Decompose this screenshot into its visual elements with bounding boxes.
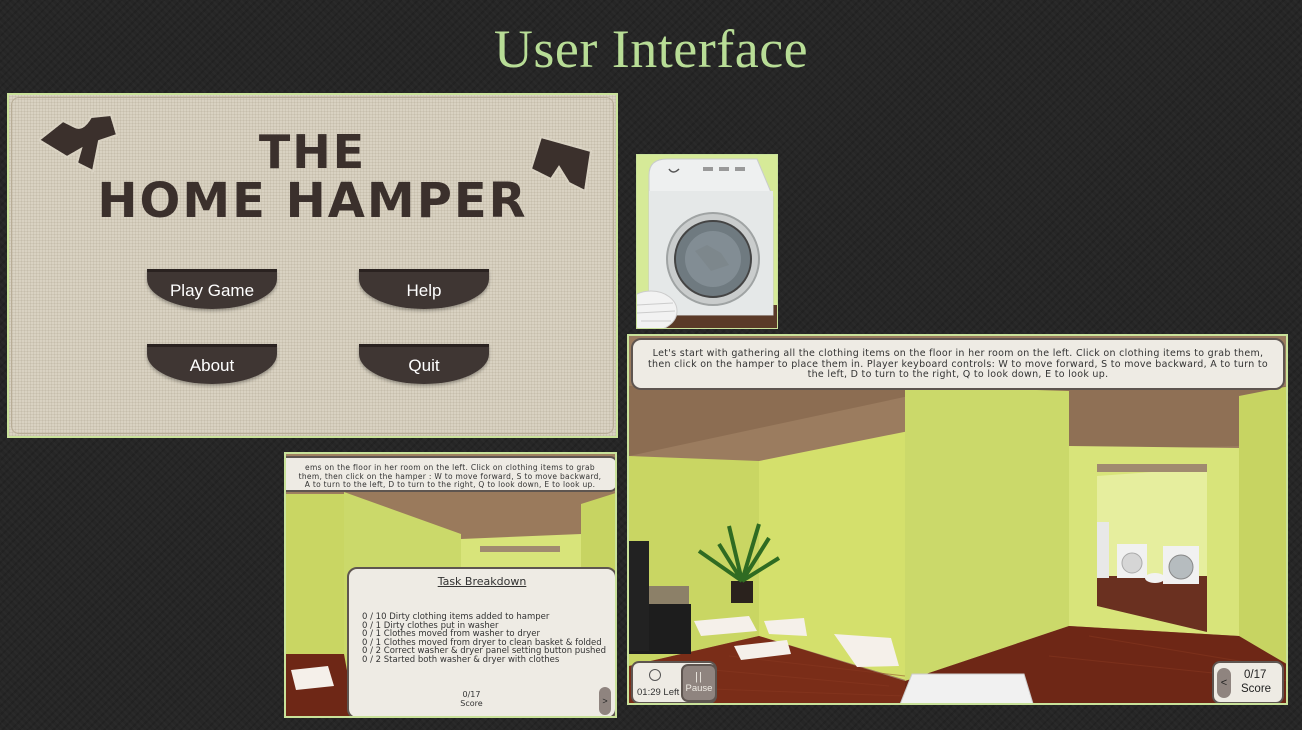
task-breakdown-panel: Task Breakdown 0 / 10 Dirty clothing ite… bbox=[347, 567, 615, 716]
task-breakdown-heading: Task Breakdown bbox=[437, 575, 527, 588]
slide-title: User Interface bbox=[493, 19, 809, 79]
task-score-count: 0/17 bbox=[462, 690, 481, 699]
instructions-banner-cropped: ems on the floor in her room on the left… bbox=[286, 456, 615, 492]
expand-tasks-button[interactable]: < bbox=[1217, 668, 1231, 698]
collapse-tasks-button[interactable]: > bbox=[599, 687, 611, 715]
washer-machine-image[interactable] bbox=[637, 155, 778, 329]
gameplay-room-screenshot: Let's start with gathering all the cloth… bbox=[627, 334, 1288, 705]
score-panel: < 0/17 Score bbox=[1212, 661, 1284, 703]
task-score: 0/17 Score bbox=[349, 690, 594, 708]
game-title-line1: THE bbox=[258, 125, 367, 179]
pause-button[interactable]: || Pause bbox=[681, 664, 717, 702]
time-left: 01:29 Left bbox=[637, 687, 680, 698]
score-count: 0/17 bbox=[1244, 669, 1267, 681]
task-list: 0 / 10 Dirty clothing items added to ham… bbox=[362, 613, 606, 664]
pause-icon: || bbox=[695, 671, 703, 683]
clock-icon bbox=[649, 669, 661, 681]
task-item: 0 / 2 Started both washer & dryer with c… bbox=[362, 654, 560, 665]
washer-closeup-screenshot bbox=[636, 154, 778, 329]
score-label: Score bbox=[1241, 683, 1272, 695]
task-score-label: Score bbox=[460, 699, 483, 708]
pause-label: Pause bbox=[685, 683, 713, 694]
main-menu-screenshot: THE HOME HAMPER Play Game Help About Qui… bbox=[7, 93, 618, 438]
room-scene bbox=[629, 336, 1286, 703]
task-breakdown-screenshot: ems on the floor in her room on the left… bbox=[284, 452, 617, 718]
game-title-line2: HOME HAMPER bbox=[97, 173, 528, 229]
instructions-banner: Let's start with gathering all the cloth… bbox=[631, 338, 1285, 390]
timer-panel: 01:29 Left || Pause bbox=[631, 661, 717, 703]
